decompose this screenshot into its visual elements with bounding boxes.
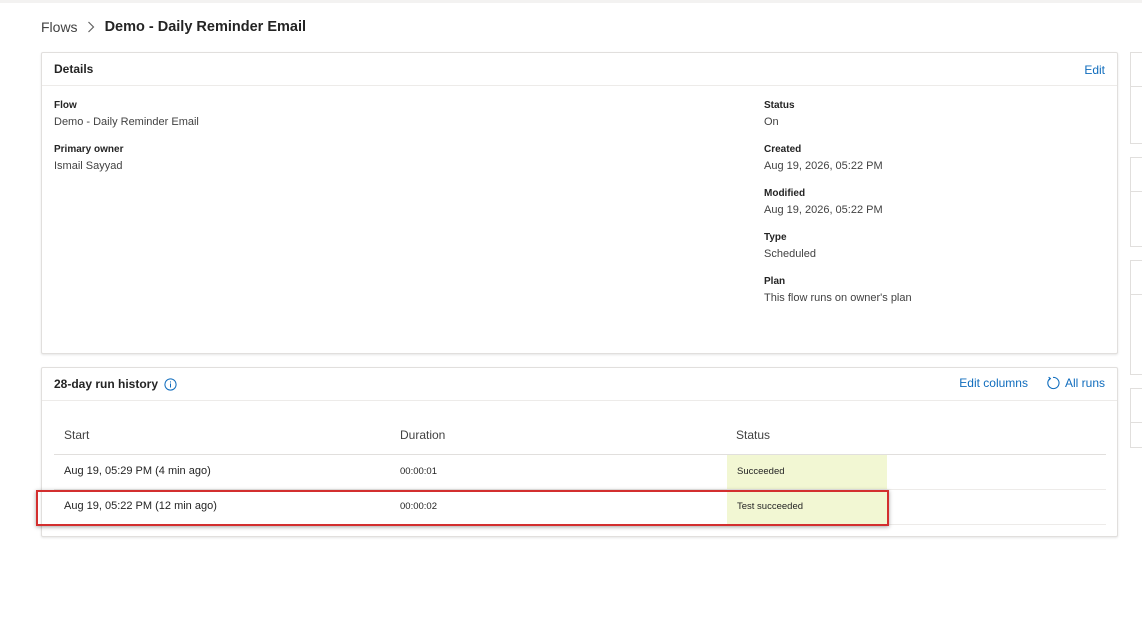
side-panel	[1130, 52, 1142, 144]
status-field: Status On	[764, 100, 795, 129]
page-title: Demo - Daily Reminder Email	[104, 19, 307, 35]
type-field: Type Scheduled	[764, 232, 816, 261]
top-border	[0, 0, 1142, 3]
column-header-duration[interactable]: Duration	[400, 428, 445, 442]
side-panel	[1130, 260, 1142, 375]
type-label: Type	[764, 232, 787, 243]
refresh-icon	[1046, 376, 1060, 390]
flow-field: Flow Demo - Daily Reminder Email	[54, 100, 199, 129]
flow-label: Flow	[54, 100, 77, 111]
created-label: Created	[764, 144, 802, 155]
details-title: Details	[54, 62, 94, 76]
primary-owner-value: Ismail Sayyad	[54, 160, 123, 172]
run-status: Test succeeded	[727, 490, 887, 524]
run-history-table: Start Duration Status Aug 19, 05:29 PM (…	[54, 419, 1106, 525]
edit-details-button[interactable]: Edit	[1084, 63, 1105, 77]
primary-owner-field: Primary owner Ismail Sayyad	[54, 144, 123, 173]
run-start[interactable]: Aug 19, 05:22 PM (12 min ago)	[64, 500, 217, 512]
column-header-status[interactable]: Status	[736, 428, 770, 442]
table-header: Start Duration Status	[54, 419, 1106, 455]
run-status: Succeeded	[727, 455, 887, 489]
all-runs-button[interactable]: All runs	[1046, 376, 1105, 390]
flow-value: Demo - Daily Reminder Email	[54, 116, 199, 128]
plan-label: Plan	[764, 276, 786, 287]
table-row[interactable]: Aug 19, 05:29 PM (4 min ago) 00:00:01 Su…	[54, 455, 1106, 490]
breadcrumb: Flows Demo - Daily Reminder Email	[41, 17, 306, 37]
type-value: Scheduled	[764, 248, 816, 260]
run-start[interactable]: Aug 19, 05:29 PM (4 min ago)	[64, 465, 211, 477]
modified-field: Modified Aug 19, 2026, 05:22 PM	[764, 188, 883, 217]
status-label: Status	[764, 100, 795, 111]
chevron-right-icon	[87, 21, 97, 33]
modified-value: Aug 19, 2026, 05:22 PM	[764, 204, 883, 216]
details-card: Details Edit Flow Demo - Daily Reminder …	[41, 52, 1118, 354]
table-row[interactable]: Aug 19, 05:22 PM (12 min ago) 00:00:02 T…	[54, 490, 1106, 525]
run-history-actions: Edit columns All runs	[959, 376, 1105, 390]
run-duration: 00:00:01	[400, 466, 437, 477]
side-panel	[1130, 157, 1142, 247]
run-history-title: 28-day run history	[54, 377, 159, 391]
run-history-card: 28-day run history Edit columns All runs…	[41, 367, 1118, 537]
side-panel	[1130, 388, 1142, 448]
plan-value: This flow runs on owner's plan	[764, 292, 912, 304]
status-value: On	[764, 116, 779, 128]
details-header: Details	[42, 53, 1117, 86]
column-header-start[interactable]: Start	[64, 428, 89, 442]
primary-owner-label: Primary owner	[54, 144, 124, 155]
info-icon[interactable]	[164, 377, 177, 391]
all-runs-label: All runs	[1064, 376, 1105, 390]
breadcrumb-flows-link[interactable]: Flows	[41, 19, 78, 35]
run-history-header: 28-day run history	[42, 368, 1117, 401]
created-field: Created Aug 19, 2026, 05:22 PM	[764, 144, 883, 173]
edit-columns-button[interactable]: Edit columns	[959, 376, 1028, 390]
run-duration: 00:00:02	[400, 501, 437, 512]
modified-label: Modified	[764, 188, 806, 199]
plan-field: Plan This flow runs on owner's plan	[764, 276, 912, 305]
created-value: Aug 19, 2026, 05:22 PM	[764, 160, 883, 172]
